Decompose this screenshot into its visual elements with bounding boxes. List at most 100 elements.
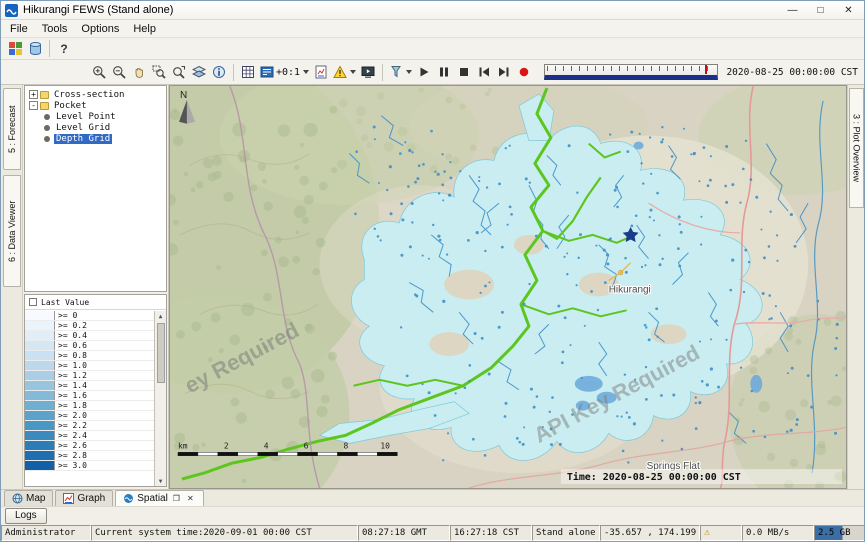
status-memory[interactable]: 2.5 GB [814,525,865,541]
zoom-rectangle-button[interactable] [149,62,169,82]
legend-label: >= 0 [55,311,77,320]
minimize-button[interactable]: — [779,2,806,19]
pause-button[interactable] [434,62,454,82]
collapse-icon[interactable]: - [29,101,38,110]
map-canvas[interactable]: ey Required API Key Required Hikurangi S… [170,86,846,488]
bottom-tab-bar: Map Graph Spatial ❐ ✕ [1,489,864,506]
window-title: Hikurangi FEWS (Stand alone) [23,4,779,16]
menu-bar: File Tools Options Help [1,20,864,38]
database-icon[interactable] [25,39,45,59]
play-button[interactable] [414,62,434,82]
legend-row[interactable]: >= 0.8 [25,351,154,361]
app-logo-icon [5,4,18,17]
scroll-down-icon[interactable]: ▼ [159,476,163,486]
legend-swatch [25,421,55,430]
legend-row[interactable]: >= 0.2 [25,321,154,331]
legend-row[interactable]: >= 0.4 [25,331,154,341]
legend-list: >= 0 >= 0.2 >= 0.4 >= 0.6 >= 0.8 >= 1.0 … [25,311,154,486]
legend-label: >= 1.4 [55,381,87,390]
legend-row[interactable]: >= 2.2 [25,421,154,431]
legend-row[interactable]: >= 0.6 [25,341,154,351]
legend-row[interactable]: >= 0 [25,311,154,321]
zoom-in-button[interactable] [89,62,109,82]
map-label-hikurangi: Hikurangi [609,284,651,295]
stop-button[interactable] [454,62,474,82]
zoom-out-button[interactable] [109,62,129,82]
tree-item-level-grid[interactable]: Level Grid [27,122,166,133]
close-panel-icon[interactable]: ✕ [185,493,196,504]
status-user: Administrator [1,525,91,541]
float-panel-icon[interactable]: ❐ [171,493,182,504]
explorer-icon[interactable] [5,39,25,59]
info-button[interactable] [209,62,229,82]
pan-hand-button[interactable] [129,62,149,82]
tab-data-viewer[interactable]: 6 : Data Viewer [3,175,21,287]
legend-label: >= 0.8 [55,351,87,360]
legend-label: >= 2.6 [55,441,87,450]
toolbar-separator [382,64,383,81]
legend-row[interactable]: >= 1.8 [25,401,154,411]
legend-row[interactable]: >= 2.4 [25,431,154,441]
toolbar-separator [233,64,234,81]
status-warning[interactable]: ⚠ [700,525,742,541]
svg-text:N: N [180,90,187,101]
legend-row[interactable]: >= 2.0 [25,411,154,421]
svg-text:4: 4 [264,441,269,450]
globe-icon [12,493,23,504]
legend-row[interactable]: >= 2.8 [25,451,154,461]
map-view[interactable]: ey Required API Key Required Hikurangi S… [169,85,847,489]
time-slider[interactable] [544,64,718,80]
legend-swatch [25,381,55,390]
time-interval-selector[interactable]: +0:1 [258,65,311,79]
scroll-up-icon[interactable]: ▲ [159,311,163,321]
legend-scrollbar[interactable]: ▲ ▼ [154,311,166,486]
legend-swatch [25,431,55,440]
grid-display-button[interactable] [238,62,258,82]
menu-help[interactable]: Help [127,21,164,37]
profile-chart-button[interactable] [311,62,331,82]
window-controls: — □ ✕ [779,2,862,19]
tree-item-level-point[interactable]: Level Point [27,111,166,122]
step-forward-button[interactable] [494,62,514,82]
legend-row[interactable]: >= 1.6 [25,391,154,401]
legend-row[interactable]: >= 2.6 [25,441,154,451]
legend-row[interactable]: >= 1.4 [25,381,154,391]
tab-spatial[interactable]: Spatial ❐ ✕ [115,490,204,506]
scrollbar-thumb[interactable] [157,323,165,383]
close-button[interactable]: ✕ [835,2,862,19]
menu-file[interactable]: File [4,21,36,37]
logs-button[interactable]: Logs [5,508,47,524]
data-viewer-panel: + Cross-section - Pocket Level Point Lev… [23,85,169,489]
tab-forecast[interactable]: 5 : Forecast [3,88,21,170]
legend-swatch [25,451,55,460]
menu-tools[interactable]: Tools [36,21,76,37]
help-button[interactable]: ? [54,39,74,59]
warning-icon: ⚠ [704,528,710,538]
legend-label: >= 3.0 [55,461,87,470]
expand-icon[interactable]: + [29,90,38,99]
menu-options[interactable]: Options [75,21,127,37]
zoom-extent-button[interactable] [169,62,189,82]
export-animation-button[interactable] [387,65,414,79]
animation-display-button[interactable] [358,62,378,82]
svg-text:Time: 2020-08-25 00:00:00 CST: Time: 2020-08-25 00:00:00 CST [567,471,741,483]
legend-row[interactable]: >= 3.0 [25,461,154,471]
status-mode: Stand alone [532,525,600,541]
record-button[interactable] [514,62,534,82]
tree-item-label: Level Point [54,112,118,122]
legend-row[interactable]: >= 1.2 [25,371,154,381]
last-value-checkbox[interactable] [29,298,37,306]
thresholds-warning-button[interactable] [331,65,358,79]
layers-button[interactable] [189,62,209,82]
tree-item-pocket[interactable]: - Pocket [27,100,166,111]
tab-graph[interactable]: Graph [55,490,113,506]
tree-item-cross-section[interactable]: + Cross-section [27,89,166,100]
time-slider-marker[interactable] [705,65,707,74]
maximize-button[interactable]: □ [807,2,834,19]
tab-map[interactable]: Map [4,490,53,506]
legend-label: >= 2.0 [55,411,87,420]
tree-item-depth-grid[interactable]: Depth Grid [27,133,166,144]
tab-plot-overview[interactable]: 3 : Plot Overview [849,88,864,208]
step-back-button[interactable] [474,62,494,82]
legend-row[interactable]: >= 1.0 [25,361,154,371]
